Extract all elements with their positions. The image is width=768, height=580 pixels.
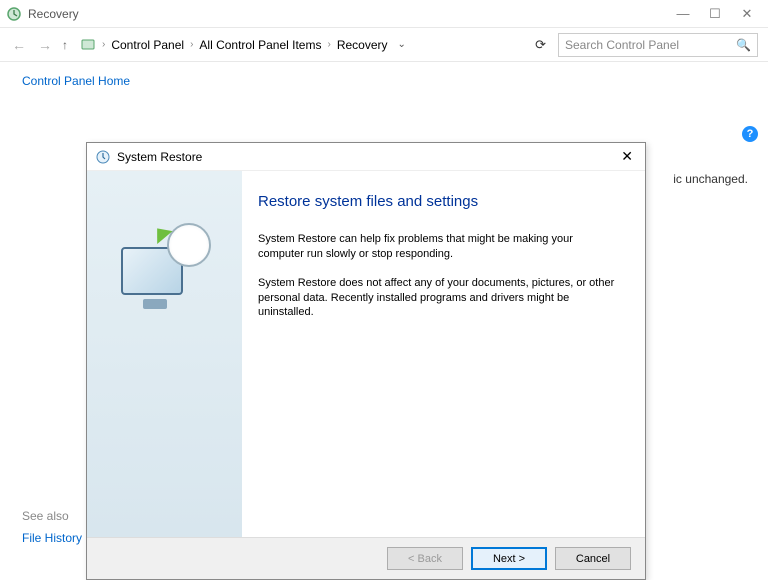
navbar: ← → ↑ › Control Panel › All Control Pane…	[0, 28, 768, 62]
dialog-title: System Restore	[117, 150, 617, 164]
dialog-close-button[interactable]: ✕	[617, 148, 637, 165]
breadcrumb[interactable]: › Control Panel › All Control Panel Item…	[76, 33, 523, 57]
maximize-button[interactable]: ☐	[708, 6, 722, 22]
minimize-button[interactable]: —	[676, 6, 690, 22]
window-controls: — ☐ ✕	[676, 6, 762, 22]
recovery-app-icon	[6, 6, 22, 22]
search-placeholder: Search Control Panel	[565, 38, 679, 52]
chevron-down-icon[interactable]: ⌄	[398, 39, 406, 50]
forward-arrow-icon[interactable]: →	[36, 37, 54, 53]
refresh-icon[interactable]: ⟳	[531, 37, 550, 53]
window-close-button[interactable]: ✕	[740, 6, 754, 22]
dialog-sidebar	[87, 171, 242, 537]
control-panel-home-link[interactable]: Control Panel Home	[22, 74, 140, 88]
titlebar: Recovery — ☐ ✕	[0, 0, 768, 28]
restore-illustration	[115, 221, 215, 311]
breadcrumb-item[interactable]: Control Panel	[111, 38, 184, 52]
breadcrumb-item[interactable]: Recovery	[337, 38, 388, 52]
search-input[interactable]: Search Control Panel 🔍	[558, 33, 758, 57]
search-icon: 🔍	[736, 38, 751, 52]
breadcrumb-item[interactable]: All Control Panel Items	[199, 38, 321, 52]
dialog-paragraph-1: System Restore can help fix problems tha…	[258, 232, 619, 262]
window-title: Recovery	[28, 7, 676, 21]
clock-icon	[167, 223, 211, 267]
content-area: Control Panel Home See also File History…	[0, 62, 768, 559]
dialog-titlebar: System Restore ✕	[87, 143, 645, 171]
dialog-body: Restore system files and settings System…	[87, 171, 645, 537]
dialog-footer: < Back Next > Cancel	[87, 537, 645, 579]
back-arrow-icon[interactable]: ←	[10, 37, 28, 53]
control-panel-icon	[80, 37, 96, 53]
background-text-fragment: ic unchanged.	[673, 172, 748, 186]
chevron-right-icon: ›	[325, 39, 332, 50]
dialog-paragraph-2: System Restore does not affect any of yo…	[258, 276, 619, 321]
system-restore-dialog: System Restore ✕ Restore system files an…	[86, 142, 646, 580]
file-history-link[interactable]: File History	[22, 531, 82, 545]
system-restore-icon	[95, 149, 111, 165]
chevron-right-icon: ›	[100, 39, 107, 50]
help-icon[interactable]: ?	[742, 126, 758, 142]
up-arrow-icon[interactable]: ↑	[62, 38, 68, 52]
dialog-heading: Restore system files and settings	[258, 193, 619, 210]
dialog-main: Restore system files and settings System…	[242, 171, 645, 537]
chevron-right-icon: ›	[188, 39, 195, 50]
left-bottom: See also File History	[22, 509, 82, 545]
see-also-label: See also	[22, 509, 82, 523]
